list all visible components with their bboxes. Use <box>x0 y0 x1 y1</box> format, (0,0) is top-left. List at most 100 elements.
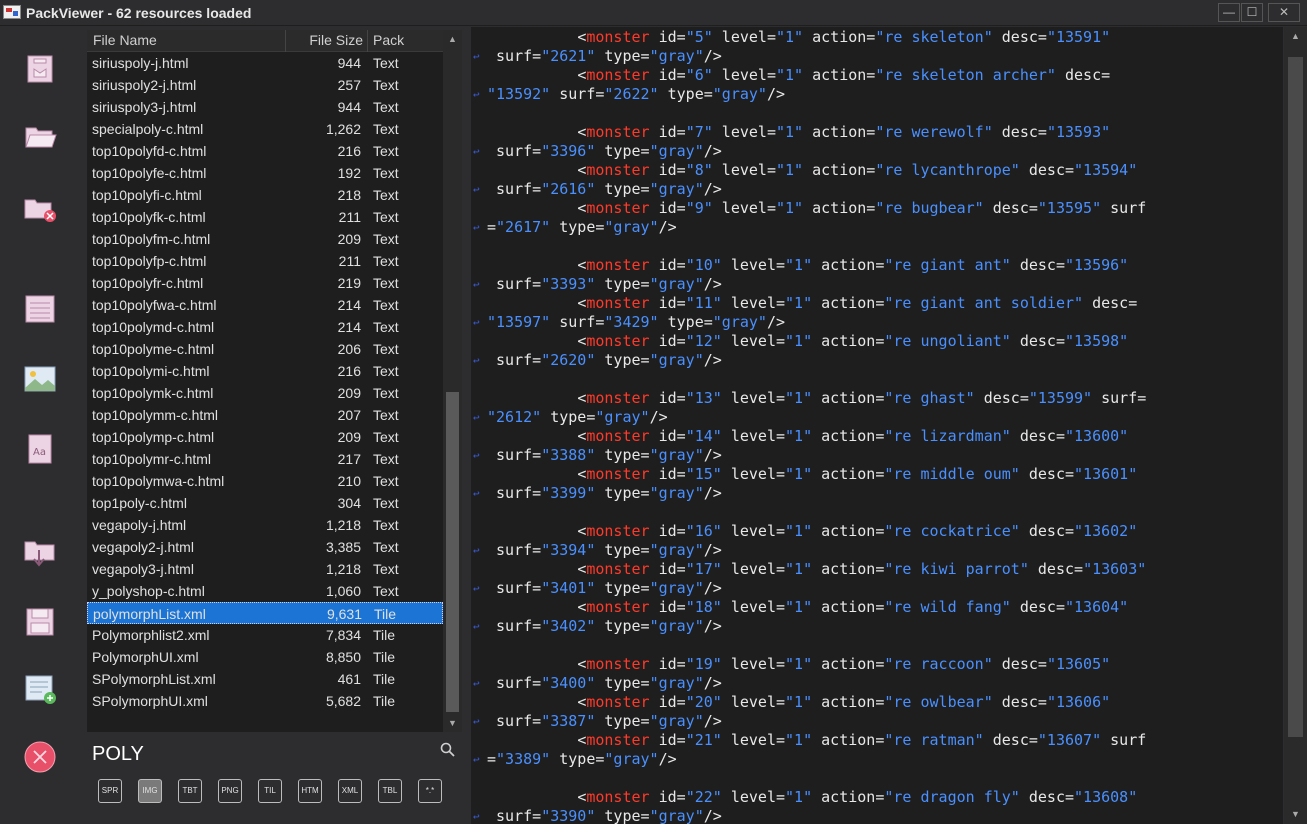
filter-all-button[interactable]: *.* <box>418 779 442 803</box>
file-row[interactable]: top10polyfm-c.html 209 Text <box>87 228 443 250</box>
open-folder-icon <box>25 127 57 148</box>
code-token: "2617" <box>496 218 551 236</box>
editor-scroll-thumb[interactable] <box>1288 57 1303 737</box>
editor-scroll-up-icon[interactable]: ▲ <box>1288 29 1303 43</box>
column-divider[interactable] <box>285 30 286 52</box>
file-row[interactable]: top10polymwa-c.html 210 Text <box>87 470 443 492</box>
file-row[interactable]: top10polymm-c.html 207 Text <box>87 404 443 426</box>
code-token: "1" <box>776 66 804 84</box>
file-row[interactable]: top10polymk-c.html 209 Text <box>87 382 443 404</box>
save-button[interactable] <box>22 604 58 640</box>
column-divider[interactable] <box>367 30 368 52</box>
filter-img-button[interactable]: IMG <box>138 779 162 803</box>
minimize-button[interactable]: — <box>1218 3 1240 22</box>
filter-png-button[interactable]: PNG <box>218 779 242 803</box>
file-row[interactable]: PolymorphUI.xml 8,850 Tile <box>87 646 443 668</box>
file-row[interactable]: siriuspoly2-j.html 257 Text <box>87 74 443 96</box>
file-row[interactable]: top10polyme-c.html 206 Text <box>87 338 443 360</box>
open-folder-button[interactable] <box>22 119 58 155</box>
code-token: type= <box>595 484 650 502</box>
code-content: surf="3402" type="gray"/> <box>487 617 722 636</box>
code-editor[interactable]: <monster id="5" level="1" action="re ske… <box>471 27 1283 824</box>
file-size: 207 <box>337 407 361 423</box>
text-view-button[interactable] <box>22 291 58 327</box>
scroll-down-arrow-icon[interactable]: ▼ <box>445 716 460 730</box>
code-token: action= <box>812 389 885 407</box>
file-row[interactable]: siriuspoly-j.html 944 Text <box>87 52 443 74</box>
file-row[interactable]: vegapoly-j.html 1,218 Text <box>87 514 443 536</box>
code-token: "1" <box>785 655 813 673</box>
file-row[interactable]: top10polyfr-c.html 219 Text <box>87 272 443 294</box>
code-token: "3402" <box>541 617 596 635</box>
filter-tbt-button[interactable]: TBT <box>178 779 202 803</box>
code-token: "1" <box>776 199 804 217</box>
file-row[interactable]: top10polymd-c.html 214 Text <box>87 316 443 338</box>
maximize-button[interactable]: ☐ <box>1241 3 1263 22</box>
file-row[interactable]: specialpoly-c.html 1,262 Text <box>87 118 443 140</box>
code-token: "1" <box>785 522 813 540</box>
code-token: "re cockatrice" <box>884 522 1020 540</box>
file-row[interactable]: vegapoly3-j.html 1,218 Text <box>87 558 443 580</box>
file-name: top10polyfk-c.html <box>92 209 206 225</box>
code-content: <monster id="16" level="1" action="re co… <box>487 522 1137 541</box>
filter-tbl-button[interactable]: TBL <box>378 779 402 803</box>
code-token: id= <box>649 256 686 274</box>
scroll-thumb[interactable] <box>446 392 459 712</box>
code-token: "gray" <box>649 579 704 597</box>
filter-spr-button[interactable]: SPR <box>98 779 122 803</box>
editor-scroll-down-icon[interactable]: ▼ <box>1288 807 1303 821</box>
close-folder-button[interactable] <box>22 190 58 226</box>
file-row[interactable]: top10polymr-c.html 217 Text <box>87 448 443 470</box>
file-list[interactable]: File Name File Size Pack siriuspoly-j.ht… <box>87 30 443 732</box>
open-pack-button[interactable] <box>22 51 58 87</box>
file-pack: Text <box>373 297 399 313</box>
file-row[interactable]: top10polymp-c.html 209 Text <box>87 426 443 448</box>
filter-xml-button[interactable]: XML <box>338 779 362 803</box>
column-file-name[interactable]: File Name <box>93 32 157 48</box>
code-token: monster <box>586 731 650 749</box>
file-row[interactable]: top10polyfd-c.html 216 Text <box>87 140 443 162</box>
column-file-size[interactable]: File Size <box>287 32 363 48</box>
font-view-button[interactable]: Aa <box>22 431 58 467</box>
file-row[interactable]: SPolymorphList.xml 461 Tile <box>87 668 443 690</box>
extract-button[interactable] <box>22 534 58 570</box>
scroll-up-arrow-icon[interactable]: ▲ <box>445 32 460 46</box>
code-token: "gray" <box>649 712 704 730</box>
file-pack: Text <box>373 583 399 599</box>
add-list-button[interactable] <box>22 671 58 707</box>
image-view-button[interactable] <box>22 361 58 397</box>
file-list-scrollbar[interactable]: ▲ ▼ <box>443 30 462 732</box>
code-token: action= <box>812 788 885 806</box>
close-button[interactable]: ✕ <box>1268 3 1300 22</box>
file-row[interactable]: top10polyfwa-c.html 214 Text <box>87 294 443 316</box>
file-row[interactable]: polymorphList.xml 9,631 Tile <box>87 602 443 624</box>
file-size: 461 <box>337 671 361 687</box>
file-row[interactable]: top10polyfk-c.html 211 Text <box>87 206 443 228</box>
file-row[interactable]: vegapoly2-j.html 3,385 Text <box>87 536 443 558</box>
code-token: monster <box>586 199 650 217</box>
file-row[interactable]: top10polyfp-c.html 211 Text <box>87 250 443 272</box>
search-icon[interactable] <box>439 741 457 759</box>
code-token: id= <box>649 332 686 350</box>
editor-scrollbar[interactable]: ▲ ▼ <box>1284 27 1307 824</box>
file-row[interactable]: top10polyfe-c.html 192 Text <box>87 162 443 184</box>
code-token: "13602" <box>1074 522 1138 540</box>
file-row[interactable]: siriuspoly3-j.html 944 Text <box>87 96 443 118</box>
search-input[interactable]: POLY <box>92 743 144 766</box>
file-row[interactable]: top10polymi-c.html 216 Text <box>87 360 443 382</box>
file-row[interactable]: y_polyshop-c.html 1,060 Text <box>87 580 443 602</box>
filter-til-button[interactable]: TIL <box>258 779 282 803</box>
exit-button[interactable] <box>22 739 58 775</box>
file-pack: Text <box>373 517 399 533</box>
file-row[interactable]: top1poly-c.html 304 Text <box>87 492 443 514</box>
column-pack[interactable]: Pack <box>373 32 404 48</box>
file-name: top1poly-c.html <box>92 495 187 511</box>
file-row[interactable]: SPolymorphUI.xml 5,682 Tile <box>87 690 443 712</box>
code-token: "15" <box>685 465 722 483</box>
file-row[interactable]: top10polyfi-c.html 218 Text <box>87 184 443 206</box>
filter-htm-button[interactable]: HTM <box>298 779 322 803</box>
file-row[interactable]: Polymorphlist2.xml 7,834 Tile <box>87 624 443 646</box>
